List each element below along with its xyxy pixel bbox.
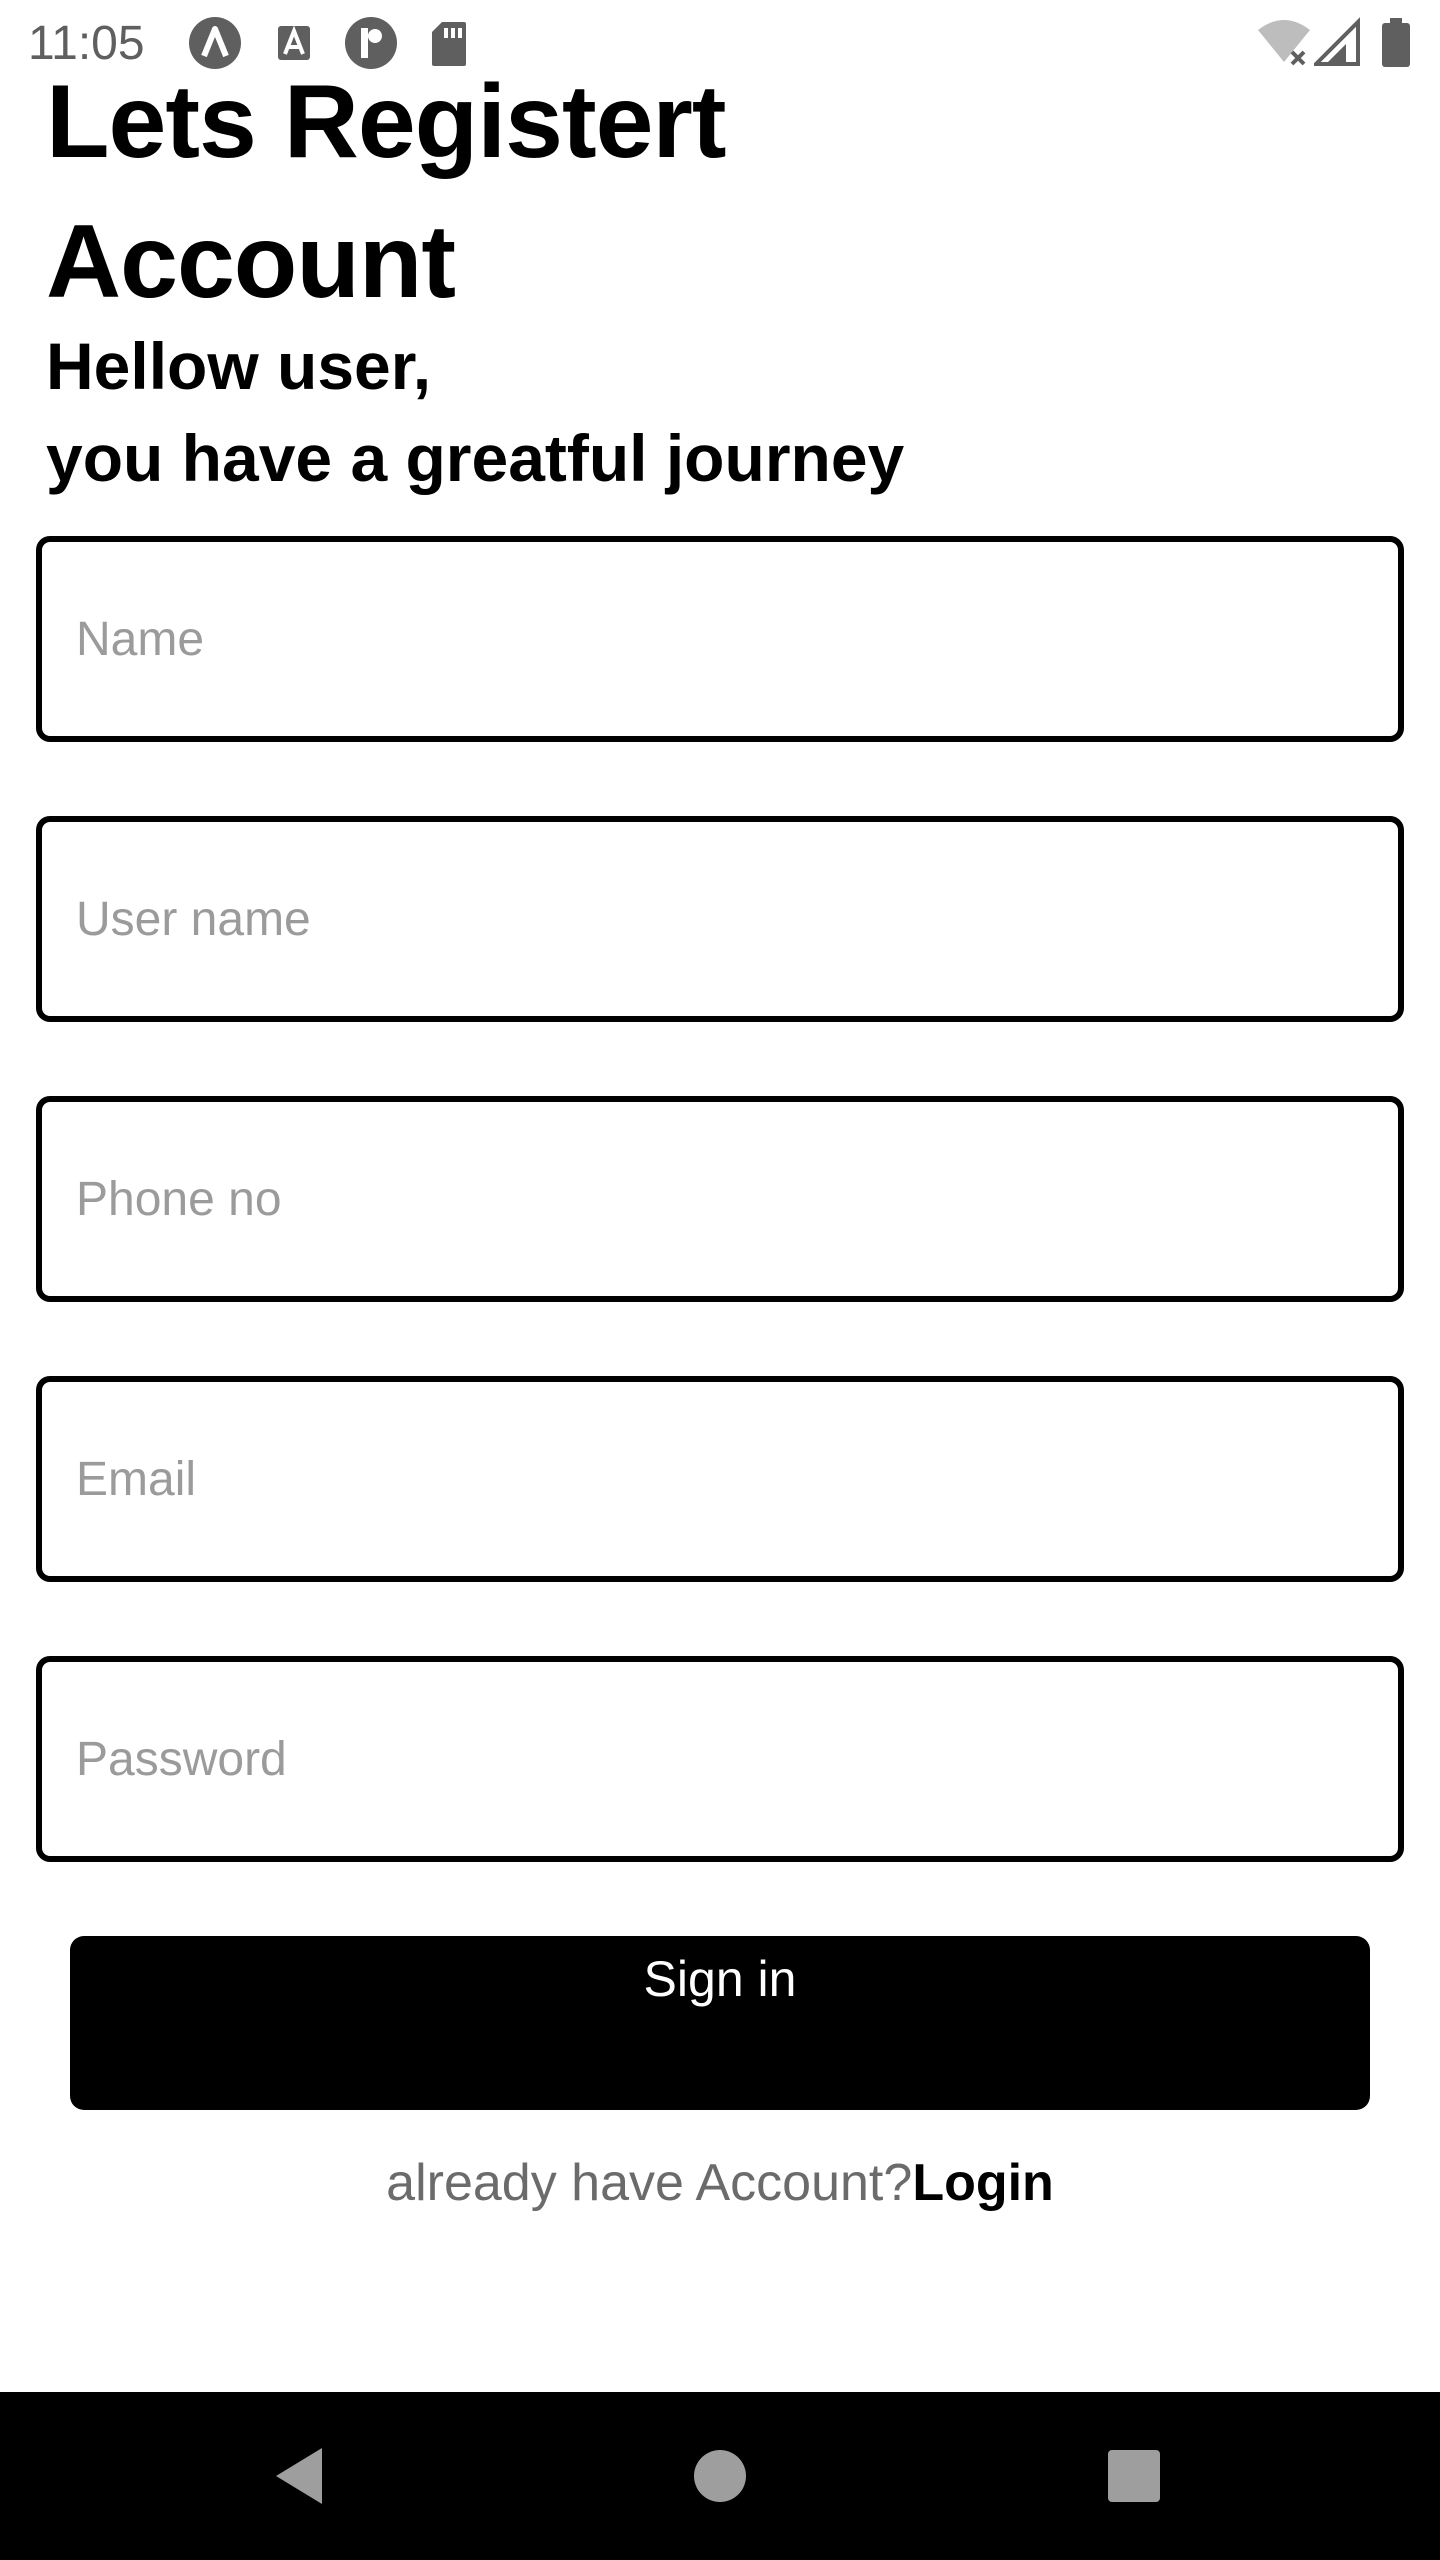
sign-in-label: Sign in [643,1951,797,2007]
login-prompt-row: already have Account?Login [0,2148,1440,2218]
phone-field[interactable] [36,1096,1404,1302]
password-input[interactable] [42,1662,1398,1856]
recents-icon[interactable] [1090,2432,1178,2520]
sign-in-button[interactable]: Sign in [70,1936,1370,2110]
username-input[interactable] [42,822,1398,1016]
name-input[interactable] [42,542,1398,736]
page-subtitle: Hellow user, you have a greatful journey [46,320,1246,504]
phone-input[interactable] [42,1102,1398,1296]
login-link[interactable]: Login [912,2154,1054,2212]
home-icon[interactable] [676,2432,764,2520]
navigation-bar [0,2392,1440,2560]
password-field[interactable] [36,1656,1404,1862]
wifi-off-icon [1256,16,1312,70]
back-icon[interactable] [256,2432,344,2520]
subtitle-line-2: you have a greatful journey [46,421,905,495]
email-field[interactable] [36,1376,1404,1582]
email-input[interactable] [42,1382,1398,1576]
page-title: Lets Registert Account [46,64,727,320]
username-field[interactable] [36,816,1404,1022]
name-field[interactable] [36,536,1404,742]
login-prompt-text: already have Account? [386,2154,913,2212]
battery-icon [1380,16,1412,70]
cell-signal-icon [1314,16,1360,70]
subtitle-line-1: Hellow user, [46,329,432,403]
